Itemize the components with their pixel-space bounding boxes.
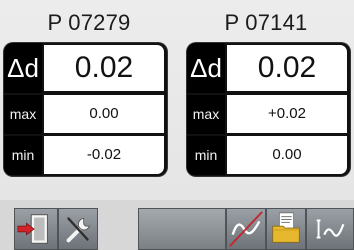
toolbar-empty-slot <box>138 208 226 250</box>
exit-button[interactable] <box>14 208 58 250</box>
delta-label: Δd <box>4 43 42 93</box>
settings-tools-button[interactable] <box>58 208 98 250</box>
save-button[interactable] <box>266 208 306 250</box>
probe-1-delta-row: Δd 0.02 <box>4 43 167 93</box>
probe-2-max-row: max +0.02 <box>187 95 350 134</box>
min-value: -0.02 <box>44 136 164 174</box>
probe-2-min-row: min 0.00 <box>187 136 350 175</box>
exit-door-icon <box>17 214 48 244</box>
trend-button[interactable] <box>306 208 354 250</box>
max-label: max <box>4 95 42 134</box>
waveform-button[interactable] <box>226 208 266 250</box>
waveform-disabled-icon <box>229 211 263 247</box>
probe-1-title: P 07279 <box>47 10 131 35</box>
min-label: min <box>187 136 225 175</box>
probe-2-delta-row: Δd 0.02 <box>187 43 350 93</box>
probe-1-min-row: min -0.02 <box>4 136 167 175</box>
delta-value: 0.02 <box>44 45 164 91</box>
trend-icon <box>316 219 345 239</box>
min-label: min <box>4 136 42 175</box>
measurement-screen: P 07279 P 07141 Δd 0.02 max 0.00 min -0.… <box>0 0 354 250</box>
max-value: +0.02 <box>227 95 347 133</box>
delta-value: 0.02 <box>227 45 347 91</box>
probe-2-card: Δd 0.02 max +0.02 min 0.00 <box>187 43 350 176</box>
save-folder-icon <box>272 212 300 243</box>
probe-1-max-row: max 0.00 <box>4 95 167 134</box>
min-value: 0.00 <box>227 136 347 174</box>
probe-2-title: P 07141 <box>224 10 308 35</box>
wrench-icon <box>66 217 90 243</box>
probe-1-card: Δd 0.02 max 0.00 min -0.02 <box>4 43 167 176</box>
max-value: 0.00 <box>44 95 164 133</box>
max-label: max <box>187 95 225 134</box>
delta-label: Δd <box>187 43 225 93</box>
